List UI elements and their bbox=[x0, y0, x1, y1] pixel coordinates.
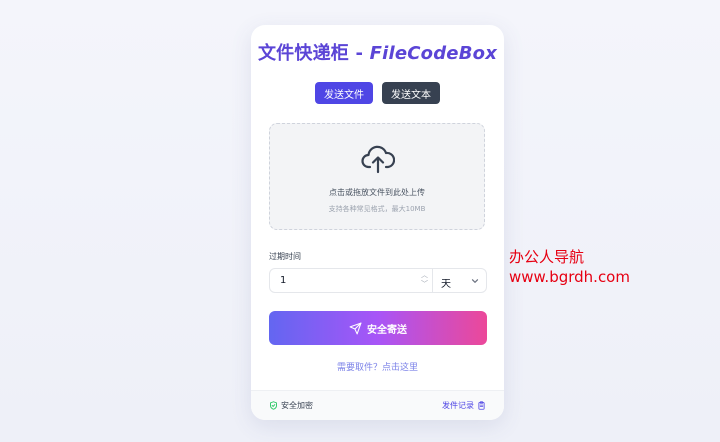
spinner-down-icon[interactable]: ﹀ bbox=[421, 280, 428, 289]
card-footer: 安全加密 发件记录 bbox=[251, 390, 504, 420]
upload-format-note: 支持各种常见格式，最大10MB bbox=[328, 205, 426, 213]
watermark-url: www.bgrdh.com bbox=[509, 268, 630, 286]
tab-send-file[interactable]: 发送文件 bbox=[315, 82, 373, 104]
send-icon bbox=[349, 322, 362, 334]
clipboard-icon bbox=[478, 401, 485, 410]
page-title: 文件快递柜 - FileCodeBox bbox=[251, 39, 504, 65]
expiry-value: 1 bbox=[280, 275, 287, 286]
history-label: 发件记录 bbox=[442, 401, 474, 410]
expiry-unit-select[interactable]: 天 bbox=[433, 269, 486, 292]
upload-hint: 点击或拖放文件到此处上传 bbox=[329, 188, 425, 197]
watermark-title: 办公人导航 bbox=[509, 248, 585, 266]
mode-tabs: 发送文件 发送文本 bbox=[251, 82, 504, 104]
shield-check-icon bbox=[270, 401, 277, 410]
spinner-up-icon[interactable]: ︿ bbox=[421, 271, 428, 280]
expiry-row: 1 ︿ ﹀ 天 bbox=[269, 268, 487, 293]
tab-send-text[interactable]: 发送文本 bbox=[382, 82, 440, 104]
expiry-unit-value: 天 bbox=[441, 279, 451, 290]
title-english: FileCodeBox bbox=[369, 43, 498, 64]
secure-indicator: 安全加密 bbox=[269, 400, 313, 411]
title-separator: - bbox=[348, 43, 370, 64]
upload-dropzone[interactable]: 点击或拖放文件到此处上传 支持各种常见格式，最大10MB bbox=[269, 123, 485, 230]
send-history-link[interactable]: 发件记录 bbox=[442, 400, 486, 411]
expiry-label: 过期时间 bbox=[269, 252, 301, 261]
chevron-down-icon bbox=[471, 279, 479, 283]
title-chinese: 文件快递柜 bbox=[257, 43, 349, 64]
secure-send-button[interactable]: 安全寄送 bbox=[269, 311, 487, 345]
cloud-upload-icon bbox=[361, 145, 395, 174]
retrieve-link[interactable]: 需要取件？点击这里 bbox=[251, 360, 504, 373]
send-button-label: 安全寄送 bbox=[367, 324, 407, 336]
main-card: 文件快递柜 - FileCodeBox 发送文件 发送文本 点击或拖放文件到此处… bbox=[251, 25, 504, 420]
expiry-number-input[interactable]: 1 ︿ ﹀ bbox=[270, 269, 433, 292]
secure-label: 安全加密 bbox=[281, 401, 313, 410]
number-spinner[interactable]: ︿ ﹀ bbox=[421, 271, 428, 289]
